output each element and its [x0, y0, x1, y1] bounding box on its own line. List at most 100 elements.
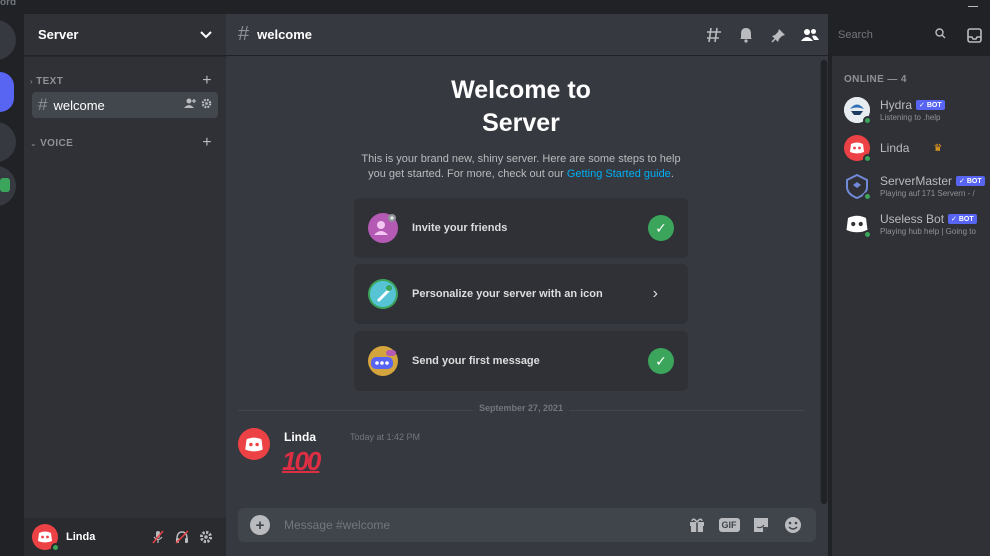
member-name-row: Hydra ✓ BOT	[880, 98, 945, 112]
app-name: ord	[0, 0, 17, 8]
member-name: Hydra	[880, 98, 913, 112]
member-servermaster[interactable]: ServerMaster ✓ BOT Playing auf 171 Server…	[832, 167, 990, 205]
channel-sidebar: Server › TEXT + # welcome ⌄ VOICE + Lind…	[24, 14, 226, 556]
message-timestamp: Today at 1:42 PM	[350, 432, 421, 442]
brush-icon	[368, 279, 398, 309]
status-online-indicator	[863, 192, 872, 201]
create-channel-icon[interactable]: +	[202, 134, 212, 152]
server-name: Server	[38, 27, 79, 42]
member-activity: Playing hub help | Going to	[880, 227, 976, 236]
home-button[interactable]	[0, 20, 16, 60]
user-panel: Linda	[24, 518, 226, 556]
message-author[interactable]: Linda	[284, 430, 316, 444]
avatar	[844, 97, 872, 125]
avatar	[844, 211, 872, 239]
invite-friends-card[interactable]: Invite your friends ✓	[354, 198, 688, 258]
hundred-points-emoji: 100	[282, 446, 321, 476]
category-label: VOICE	[40, 137, 74, 149]
gif-icon[interactable]: GIF	[718, 514, 740, 536]
gif-label: GIF	[718, 518, 740, 532]
member-name-row: Linda ♛	[880, 141, 942, 155]
category-voice[interactable]: ⌄ VOICE +	[24, 134, 226, 152]
member-list: ONLINE — 4 Hydra ✓ BOT Listening to .help…	[832, 56, 990, 556]
username: Linda	[66, 531, 96, 543]
message-composer[interactable]: + Message #welcome GIF	[238, 508, 816, 542]
personalize-server-card[interactable]: Personalize your server with an icon ›	[354, 264, 688, 324]
member-activity: Playing auf 171 Servern - /	[880, 189, 975, 198]
user-settings-gear-icon[interactable]	[194, 525, 218, 549]
crown-icon: ♛	[933, 142, 943, 154]
card-label: Personalize your server with an icon	[412, 288, 603, 300]
card-label: Send your first message	[412, 355, 540, 367]
member-info: Useless Bot ✓ BOT Playing hub help | Goin…	[880, 212, 977, 236]
member-name: ServerMaster	[880, 174, 953, 188]
welcome-description: This is your brand new, shiny server. He…	[354, 152, 688, 182]
pin-icon[interactable]	[767, 24, 789, 46]
server-icon-active[interactable]	[0, 72, 14, 112]
message-icon	[368, 346, 398, 376]
title-bar: ord	[0, 0, 990, 14]
bell-icon[interactable]	[735, 24, 757, 46]
category-text[interactable]: › TEXT +	[24, 72, 226, 90]
checkmark-icon: ✓	[648, 215, 674, 241]
divider-date: September 27, 2021	[472, 403, 570, 413]
channel-welcome[interactable]: # welcome	[32, 92, 218, 118]
chevron-down-icon	[200, 27, 212, 42]
server-list	[0, 14, 24, 556]
welcome-description-period: .	[670, 168, 674, 180]
member-linda[interactable]: Linda ♛	[832, 129, 990, 167]
gift-icon[interactable]	[686, 514, 708, 536]
avatar[interactable]	[32, 524, 60, 552]
member-info: Linda ♛	[880, 141, 942, 155]
create-channel-icon[interactable]: +	[202, 72, 212, 90]
member-group-heading: ONLINE — 4	[844, 74, 907, 85]
mute-icon[interactable]	[146, 525, 170, 549]
member-hydra[interactable]: Hydra ✓ BOT Listening to .help	[832, 91, 990, 129]
minimize-button[interactable]	[968, 6, 978, 7]
inbox-icon[interactable]	[963, 24, 985, 46]
add-server-button[interactable]	[0, 166, 16, 206]
bot-badge: ✓ BOT	[916, 100, 945, 110]
member-info: ServerMaster ✓ BOT Playing auf 171 Server…	[880, 174, 985, 198]
member-list-icon[interactable]	[799, 24, 821, 46]
date-divider: September 27, 2021	[238, 403, 804, 413]
search-placeholder: Search	[838, 29, 873, 41]
welcome-title: Welcome to Server	[451, 76, 591, 137]
status-online-indicator	[863, 154, 872, 163]
category-label: TEXT	[36, 75, 64, 87]
status-online-indicator	[863, 230, 872, 239]
member-useless-bot[interactable]: Useless Bot ✓ BOT Playing hub help | Goin…	[832, 205, 990, 243]
welcome-panel: Welcome to Server This is your brand new…	[354, 74, 688, 182]
checkmark-icon: ✓	[648, 348, 674, 374]
avatar	[844, 135, 872, 163]
send-first-message-card[interactable]: Send your first message ✓	[354, 331, 688, 391]
hash-icon: #	[38, 95, 48, 114]
deafen-icon[interactable]	[170, 525, 194, 549]
member-name-row: ServerMaster ✓ BOT	[880, 174, 985, 188]
server-header[interactable]: Server	[24, 14, 226, 56]
emoji-icon[interactable]	[782, 514, 804, 536]
card-label: Invite your friends	[412, 222, 508, 234]
chevron-down-icon: ⌄	[30, 138, 38, 148]
avatar[interactable]	[238, 428, 270, 460]
sticker-icon[interactable]	[750, 514, 772, 536]
chevron-right-icon: ›	[652, 285, 658, 302]
status-online-indicator	[51, 543, 60, 552]
server-icon[interactable]	[0, 122, 16, 162]
member-name: Linda	[880, 141, 910, 155]
chat-scrollbar[interactable]	[820, 60, 828, 504]
chat-area: # welcome Search Welcome to Server This …	[226, 14, 982, 556]
invite-icon[interactable]	[184, 98, 196, 112]
getting-started-link[interactable]: Getting Started guide	[567, 168, 671, 180]
channel-name: welcome	[53, 97, 105, 113]
scrollbar-thumb[interactable]	[821, 60, 827, 504]
search-icon	[935, 28, 946, 42]
member-name-row: Useless Bot ✓ BOT	[880, 212, 977, 226]
header-toolbar: Search	[698, 14, 990, 56]
upload-plus-icon[interactable]: +	[250, 515, 270, 535]
gear-icon[interactable]	[201, 98, 212, 112]
search-input[interactable]: Search	[832, 24, 952, 46]
threads-icon[interactable]	[703, 24, 725, 46]
invite-friends-icon	[368, 213, 398, 243]
member-activity: Listening to .help	[880, 113, 941, 122]
